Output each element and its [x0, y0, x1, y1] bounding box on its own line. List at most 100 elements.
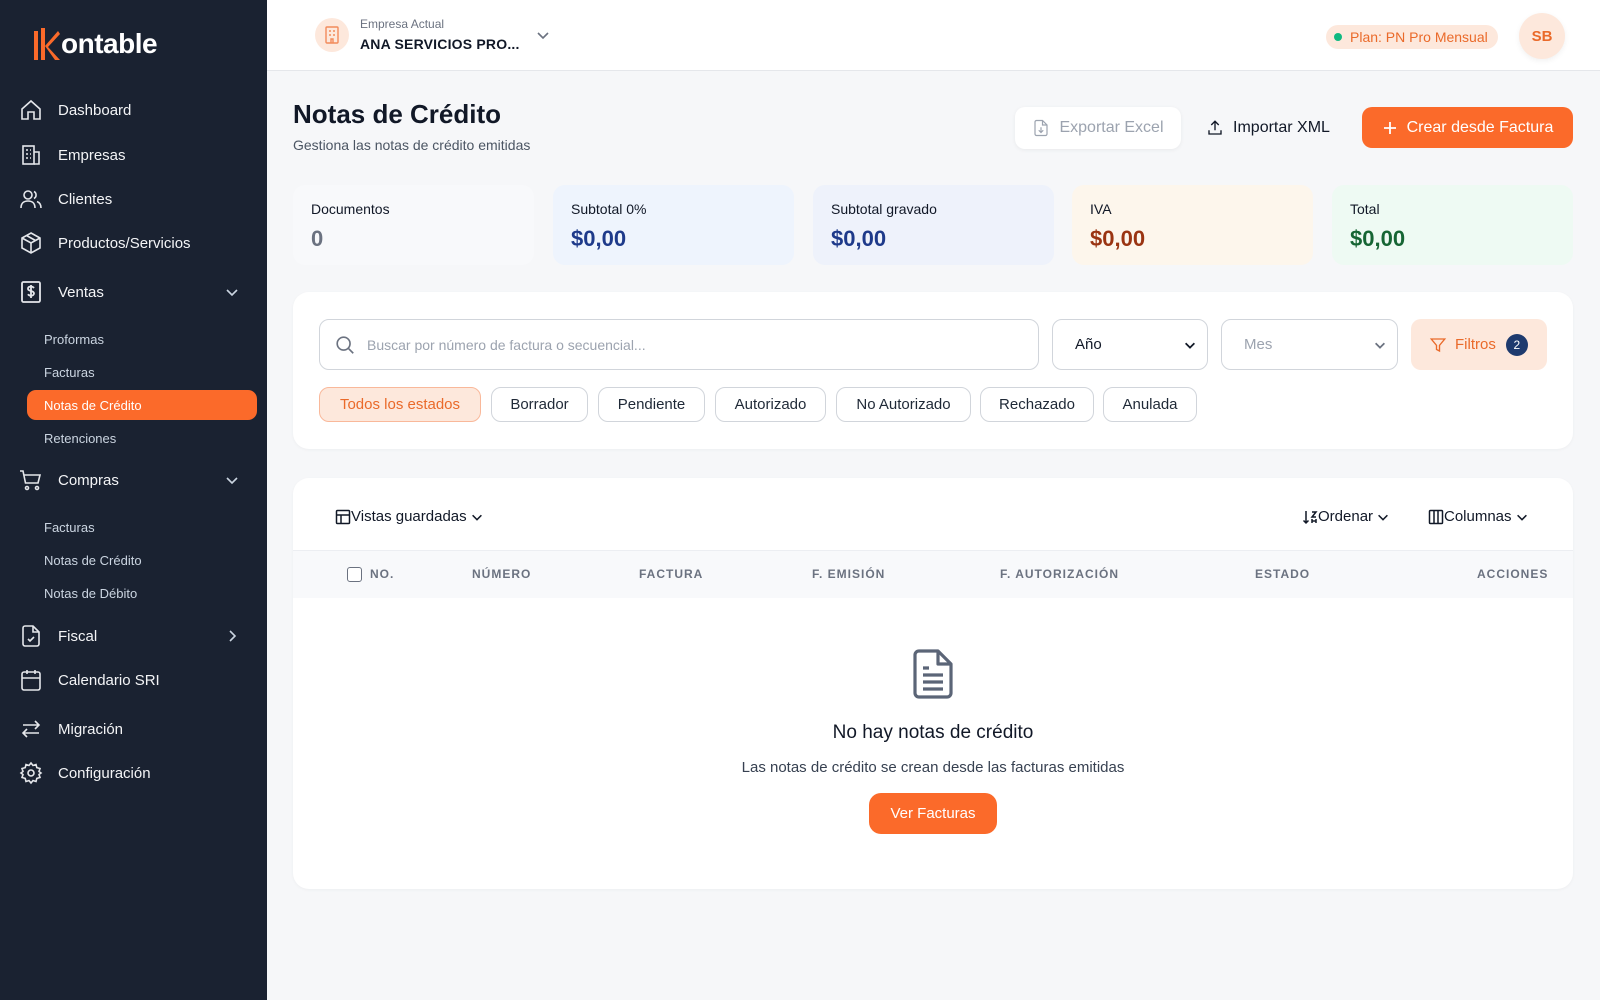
status-chip-rechazado[interactable]: Rechazado — [980, 387, 1094, 422]
month-select[interactable]: Mes — [1221, 319, 1398, 370]
column-header-f-autorizacion[interactable]: F. AUTORIZACIÓN — [1000, 567, 1119, 581]
chevron-down-icon — [1375, 342, 1385, 349]
sort-button[interactable]: Ordenar — [1302, 508, 1390, 525]
sidebar-item-label: Migración — [58, 720, 124, 738]
column-header-factura[interactable]: FACTURA — [639, 567, 703, 581]
stat-value: $0,00 — [571, 226, 627, 251]
saved-views-button[interactable]: Vistas guardadas — [335, 508, 484, 525]
dollar-icon — [18, 279, 44, 305]
stat-label: IVA — [1090, 201, 1112, 217]
search-placeholder: Buscar por número de factura o secuencia… — [367, 336, 646, 353]
page-title: Notas de Crédito — [293, 99, 502, 129]
saved-views-label: Vistas guardadas — [351, 508, 467, 525]
filter-icon — [1429, 337, 1447, 352]
topbar: Empresa Actual ANA SERVICIOS PRO... Plan… — [267, 0, 1600, 71]
year-select[interactable]: Año — [1052, 319, 1208, 370]
column-header-numero[interactable]: NÚMERO — [472, 567, 531, 581]
plan-label: Plan: PN Pro Mensual — [1350, 29, 1488, 45]
plus-icon — [1383, 121, 1396, 134]
sidebar-item-fiscal[interactable]: Fiscal — [18, 616, 250, 656]
column-header-f-emision[interactable]: F. EMISIÓN — [812, 567, 885, 581]
stat-card-subtotal-gravado: Subtotal gravado $0,00 — [813, 185, 1054, 265]
filters-button[interactable]: Filtros 2 — [1411, 319, 1547, 370]
sidebar-item-label: Clientes — [58, 190, 113, 208]
sidebar-item-label: Empresas — [58, 146, 126, 164]
stat-card-total: Total $0,00 — [1332, 185, 1573, 265]
create-from-invoice-label: Crear desde Factura — [1406, 118, 1554, 136]
sidebar-item-label: Fiscal — [58, 627, 98, 645]
chevron-down-icon — [471, 514, 482, 521]
export-excel-button[interactable]: Exportar Excel — [1015, 107, 1181, 149]
stat-card-iva: IVA $0,00 — [1072, 185, 1313, 265]
select-all-checkbox[interactable] — [347, 567, 362, 582]
table-header: NO. NÚMERO FACTURA F. EMISIÓN F. AUTORIZ… — [293, 550, 1573, 598]
status-dot-icon — [1334, 33, 1342, 41]
status-chip-no-autorizado[interactable]: No Autorizado — [836, 387, 971, 422]
column-header-acciones: ACCIONES — [1477, 567, 1549, 581]
export-excel-label: Exportar Excel — [1059, 119, 1164, 136]
sidebar-item-dashboard[interactable]: Dashboard — [18, 90, 250, 130]
column-header-estado[interactable]: ESTADO — [1255, 567, 1310, 581]
chevron-down-icon[interactable] — [535, 27, 551, 43]
sidebar-sub-compras-notas-debito[interactable]: Notas de Débito — [27, 578, 257, 608]
file-download-icon — [1034, 119, 1049, 137]
sidebar-item-empresas[interactable]: Empresas — [18, 135, 250, 175]
status-chip-borrador[interactable]: Borrador — [491, 387, 588, 422]
sidebar-item-compras[interactable]: Compras — [18, 460, 250, 500]
sidebar-item-ventas[interactable]: Ventas — [18, 272, 250, 312]
upload-icon — [1208, 120, 1222, 135]
chevron-down-icon — [1378, 514, 1388, 521]
sidebar-sub-proformas[interactable]: Proformas — [27, 324, 257, 354]
company-selector[interactable]: ANA SERVICIOS PRO... — [360, 36, 520, 52]
status-chip-todos[interactable]: Todos los estados — [319, 387, 481, 422]
page-subtitle: Gestiona las notas de crédito emitidas — [293, 137, 531, 153]
avatar[interactable]: SB — [1519, 13, 1565, 59]
sidebar-item-label: Compras — [58, 471, 119, 489]
import-xml-button[interactable]: Importar XML — [1195, 107, 1341, 149]
import-xml-label: Importar XML — [1233, 119, 1330, 136]
chevron-down-icon — [226, 289, 238, 297]
sidebar-sub-facturas[interactable]: Facturas — [27, 357, 257, 387]
year-select-value: Año — [1075, 336, 1102, 353]
layout-icon — [335, 509, 351, 524]
status-chip-anulada[interactable]: Anulada — [1103, 387, 1197, 422]
sidebar-item-configuracion[interactable]: Configuración — [18, 753, 250, 793]
status-chip-pendiente[interactable]: Pendiente — [598, 387, 705, 422]
search-input[interactable]: Buscar por número de factura o secuencia… — [319, 319, 1039, 370]
swap-icon — [18, 716, 44, 742]
chevron-right-icon — [229, 630, 237, 642]
create-from-invoice-button[interactable]: Crear desde Factura — [1362, 107, 1573, 148]
stat-value: $0,00 — [831, 226, 887, 251]
company-building-icon[interactable] — [315, 18, 349, 52]
status-chip-autorizado[interactable]: Autorizado — [715, 387, 826, 422]
stat-label: Documentos — [311, 201, 390, 217]
sidebar-sub-notas-credito[interactable]: Notas de Crédito — [27, 390, 257, 420]
sort-icon — [1302, 510, 1318, 524]
empty-state-subtitle: Las notas de crédito se crean desde las … — [741, 759, 1125, 776]
users-icon — [18, 186, 44, 212]
sidebar-sub-retenciones[interactable]: Retenciones — [27, 423, 257, 453]
sidebar-sub-compras-notas-credito[interactable]: Notas de Crédito — [27, 545, 257, 575]
gear-icon — [18, 760, 44, 786]
box-icon — [18, 230, 44, 256]
sort-label: Ordenar — [1318, 508, 1374, 525]
columns-button[interactable]: Columnas — [1428, 508, 1529, 525]
sidebar-item-label: Ventas — [58, 283, 104, 301]
building-icon — [18, 142, 44, 168]
view-invoices-button[interactable]: Ver Facturas — [869, 793, 997, 834]
chevron-down-icon — [1185, 342, 1195, 349]
sidebar: ontable Dashboard Empresas Clientes Prod… — [0, 0, 267, 1000]
plan-badge: Plan: PN Pro Mensual — [1326, 25, 1498, 49]
column-header-no[interactable]: NO. — [370, 567, 394, 581]
sidebar-item-productos[interactable]: Productos/Servicios — [18, 223, 250, 263]
company-label: Empresa Actual — [360, 17, 445, 31]
sidebar-item-calendario[interactable]: Calendario SRI — [18, 660, 250, 700]
chevron-down-icon — [226, 477, 238, 485]
app-logo[interactable]: ontable — [34, 26, 158, 62]
brand-name: ontable — [61, 28, 158, 59]
sidebar-item-clientes[interactable]: Clientes — [18, 179, 250, 219]
stat-value: $0,00 — [1090, 226, 1146, 251]
sidebar-sub-compras-facturas[interactable]: Facturas — [27, 512, 257, 542]
sidebar-item-migracion[interactable]: Migración — [18, 709, 250, 749]
document-icon — [913, 649, 953, 699]
